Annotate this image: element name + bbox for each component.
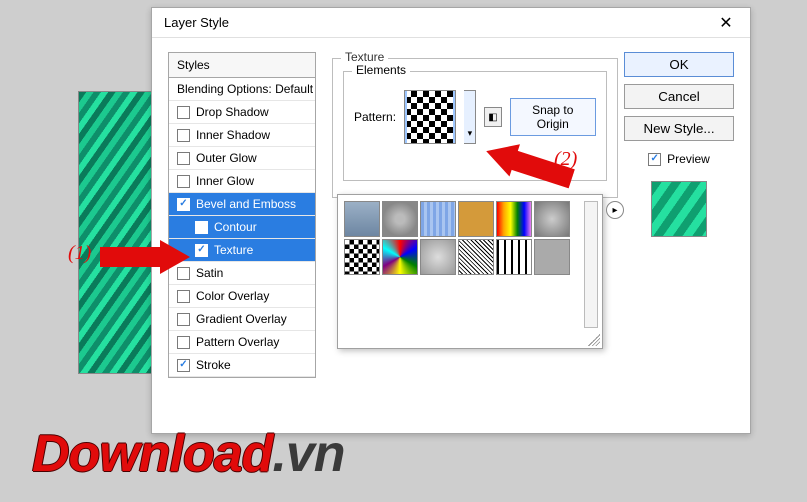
style-label: Gradient Overlay bbox=[196, 312, 287, 326]
checkbox-icon[interactable] bbox=[648, 153, 661, 166]
texture-group: Texture Elements Pattern: ▾ ◧ Snap to Or… bbox=[332, 58, 618, 198]
pattern-thumb[interactable] bbox=[534, 239, 570, 275]
pattern-thumb[interactable] bbox=[458, 201, 494, 237]
pattern-thumbnails bbox=[344, 201, 576, 275]
style-label: Bevel and Emboss bbox=[196, 197, 296, 211]
style-label: Inner Shadow bbox=[196, 128, 270, 142]
pattern-thumb[interactable] bbox=[534, 201, 570, 237]
new-style-button[interactable]: New Style... bbox=[624, 116, 734, 141]
pattern-swatch[interactable] bbox=[404, 90, 456, 144]
checkbox-icon[interactable] bbox=[177, 129, 190, 142]
pattern-thumb[interactable] bbox=[344, 201, 380, 237]
pattern-row: Pattern: ▾ ◧ Snap to Origin bbox=[354, 90, 596, 144]
style-color-overlay[interactable]: Color Overlay bbox=[169, 285, 315, 308]
pattern-thumb[interactable] bbox=[344, 239, 380, 275]
style-inner-shadow[interactable]: Inner Shadow bbox=[169, 124, 315, 147]
annotation-1: (1) bbox=[68, 242, 91, 265]
blending-label: Blending Options: Default bbox=[177, 82, 313, 96]
pattern-picker-popup: ▸ bbox=[337, 194, 603, 349]
dialog-buttons: OK Cancel New Style... Preview bbox=[624, 52, 734, 237]
watermark: Download.vn bbox=[32, 424, 345, 484]
pattern-thumb[interactable] bbox=[496, 239, 532, 275]
chevron-down-icon: ▾ bbox=[468, 128, 473, 139]
styles-header[interactable]: Styles bbox=[169, 53, 315, 78]
style-contour[interactable]: Contour bbox=[169, 216, 315, 239]
cancel-button[interactable]: Cancel bbox=[624, 84, 734, 109]
checkbox-icon[interactable] bbox=[177, 198, 190, 211]
style-texture[interactable]: Texture bbox=[169, 239, 315, 262]
style-label: Drop Shadow bbox=[196, 105, 269, 119]
checkbox-icon[interactable] bbox=[177, 175, 190, 188]
checkbox-icon[interactable] bbox=[177, 290, 190, 303]
style-label: Satin bbox=[196, 266, 223, 280]
dialog-close-button[interactable]: ✕ bbox=[706, 10, 746, 36]
checkbox-icon[interactable] bbox=[177, 152, 190, 165]
snap-to-origin-button[interactable]: Snap to Origin bbox=[510, 98, 596, 136]
resize-grip-icon[interactable] bbox=[588, 334, 600, 346]
layer-style-dialog: Layer Style ✕ Styles Blending Options: D… bbox=[151, 7, 751, 434]
pattern-thumb[interactable] bbox=[382, 239, 418, 275]
watermark-main: Download bbox=[32, 425, 272, 483]
checkbox-icon[interactable] bbox=[195, 244, 208, 257]
pattern-thumb[interactable] bbox=[420, 239, 456, 275]
style-label: Stroke bbox=[196, 358, 231, 372]
blending-options-item[interactable]: Blending Options: Default bbox=[169, 78, 315, 101]
pattern-thumb[interactable] bbox=[382, 201, 418, 237]
elements-legend: Elements bbox=[352, 63, 410, 77]
preview-thumbnail bbox=[651, 181, 707, 237]
checkbox-icon[interactable] bbox=[177, 106, 190, 119]
preview-toggle[interactable]: Preview bbox=[648, 152, 710, 166]
checkbox-icon[interactable] bbox=[177, 313, 190, 326]
pattern-thumb[interactable] bbox=[458, 239, 494, 275]
pattern-label: Pattern: bbox=[354, 110, 396, 124]
style-bevel-emboss[interactable]: Bevel and Emboss bbox=[169, 193, 315, 216]
checkbox-icon[interactable] bbox=[195, 221, 208, 234]
style-pattern-overlay[interactable]: Pattern Overlay bbox=[169, 331, 315, 354]
dialog-title: Layer Style bbox=[164, 15, 229, 30]
texture-group-legend: Texture bbox=[341, 50, 388, 64]
close-icon: ✕ bbox=[719, 13, 732, 33]
popup-flyout-button[interactable]: ▸ bbox=[606, 201, 624, 219]
checkbox-icon[interactable] bbox=[177, 359, 190, 372]
pattern-thumb[interactable] bbox=[420, 201, 456, 237]
checkbox-icon[interactable] bbox=[177, 336, 190, 349]
styles-list: Styles Blending Options: Default Drop Sh… bbox=[168, 52, 316, 378]
style-label: Inner Glow bbox=[196, 174, 254, 188]
style-gradient-overlay[interactable]: Gradient Overlay bbox=[169, 308, 315, 331]
checkbox-icon[interactable] bbox=[177, 267, 190, 280]
dialog-titlebar[interactable]: Layer Style ✕ bbox=[152, 8, 750, 38]
annotation-2: (2) bbox=[554, 148, 577, 171]
new-preset-button[interactable]: ◧ bbox=[484, 107, 501, 127]
style-label: Contour bbox=[214, 220, 257, 234]
dialog-body: Styles Blending Options: Default Drop Sh… bbox=[152, 38, 750, 433]
pattern-thumb[interactable] bbox=[496, 201, 532, 237]
preview-label: Preview bbox=[667, 152, 710, 166]
ok-button[interactable]: OK bbox=[624, 52, 734, 77]
style-label: Color Overlay bbox=[196, 289, 269, 303]
triangle-right-icon: ▸ bbox=[612, 205, 617, 216]
style-drop-shadow[interactable]: Drop Shadow bbox=[169, 101, 315, 124]
style-label: Pattern Overlay bbox=[196, 335, 279, 349]
style-label: Outer Glow bbox=[196, 151, 257, 165]
popup-scrollbar[interactable] bbox=[584, 201, 598, 328]
style-stroke[interactable]: Stroke bbox=[169, 354, 315, 377]
watermark-suffix: .vn bbox=[272, 425, 344, 483]
pattern-dropdown-button[interactable]: ▾ bbox=[464, 90, 476, 144]
style-inner-glow[interactable]: Inner Glow bbox=[169, 170, 315, 193]
style-label: Texture bbox=[214, 243, 253, 257]
new-preset-icon: ◧ bbox=[488, 112, 497, 123]
style-outer-glow[interactable]: Outer Glow bbox=[169, 147, 315, 170]
style-satin[interactable]: Satin bbox=[169, 262, 315, 285]
